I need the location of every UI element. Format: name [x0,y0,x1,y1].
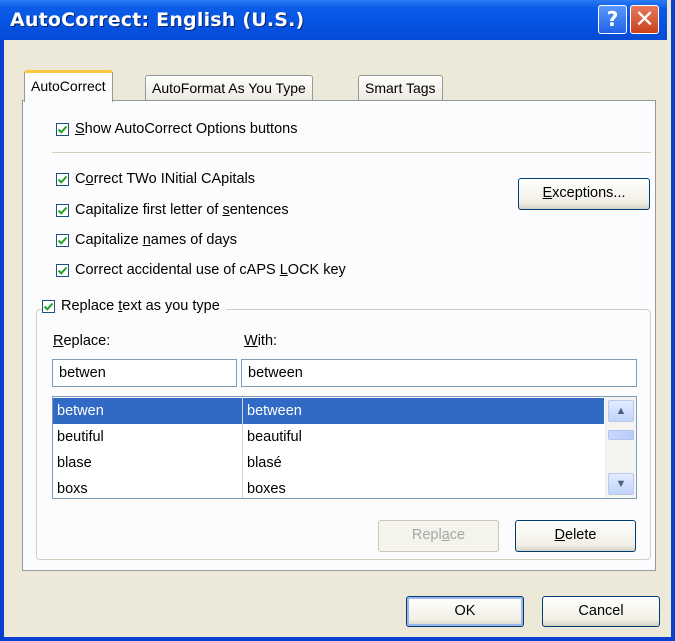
entry-with: between [247,403,302,419]
cancel-button[interactable]: Cancel [542,596,660,627]
separator [52,152,651,153]
list-item[interactable]: betwen between [53,398,604,424]
show-autocorrect-options-checkbox[interactable]: Show AutoCorrect Options buttons [56,121,297,137]
capitalize-first-letter-checkbox[interactable]: Capitalize first letter of sentences [56,202,289,218]
replace-button[interactable]: Replace [378,520,499,552]
exceptions-button[interactable]: Exceptions... [518,178,650,210]
checkbox-box[interactable] [42,299,55,313]
checkbox-label: Correct accidental use of cAPS LOCK key [75,262,346,278]
correct-caps-lock-checkbox[interactable]: Correct accidental use of cAPS LOCK key [56,262,346,278]
capitalize-days-checkbox[interactable]: Capitalize names of days [56,232,237,248]
entry-with: beautiful [247,429,302,445]
entry-replace: beutiful [57,429,104,445]
checkbox-label: Correct TWo INitial CApitals [75,171,255,187]
checkbox-box[interactable] [56,122,69,136]
autocorrect-entries-list[interactable]: betwen between beutiful beautiful blase … [52,396,637,499]
checkbox-box[interactable] [56,203,69,217]
scroll-thumb[interactable] [608,430,634,440]
column-divider [242,397,243,498]
replace-input[interactable]: betwen [52,359,237,387]
chevron-up-icon: ▲ [615,405,627,417]
checkbox-box[interactable] [56,233,69,247]
checkmark-icon [43,302,54,311]
checkmark-icon [57,266,68,275]
list-item[interactable]: boxs boxes [53,476,604,498]
ok-button[interactable]: OK [406,596,524,627]
delete-button[interactable]: Delete [515,520,636,552]
list-item[interactable]: beutiful beautiful [53,424,604,450]
scroll-down-button[interactable]: ▼ [608,473,634,495]
entry-replace: blase [57,455,92,471]
checkmark-icon [57,125,68,134]
with-label: With: [244,333,278,349]
correct-two-initial-capitals-checkbox[interactable]: Correct TWo INitial CApitals [56,171,255,187]
checkmark-icon [57,175,68,184]
checkmark-icon [57,236,68,245]
scroll-up-button[interactable]: ▲ [608,400,634,422]
replace-label: Replace: [53,333,111,349]
list-item[interactable]: blase blasé [53,450,604,476]
entry-with: boxes [247,481,286,497]
entry-with: blasé [247,455,282,471]
checkbox-label: Show AutoCorrect Options buttons [75,121,298,137]
replace-text-as-you-type-checkbox[interactable]: Replace text as you type [42,298,226,314]
checkbox-label: Capitalize names of days [75,232,238,248]
checkbox-box[interactable] [56,263,69,277]
checkmark-icon [57,206,68,215]
checkbox-label: Replace text as you type [61,298,220,314]
checkbox-box[interactable] [56,172,69,186]
entry-replace: boxs [57,481,88,497]
chevron-down-icon: ▼ [615,478,627,490]
with-input[interactable]: between [241,359,637,387]
vertical-scrollbar[interactable]: ▲ ▼ [605,397,636,498]
checkbox-label: Capitalize first letter of sentences [75,202,289,218]
entry-replace: betwen [57,403,104,419]
